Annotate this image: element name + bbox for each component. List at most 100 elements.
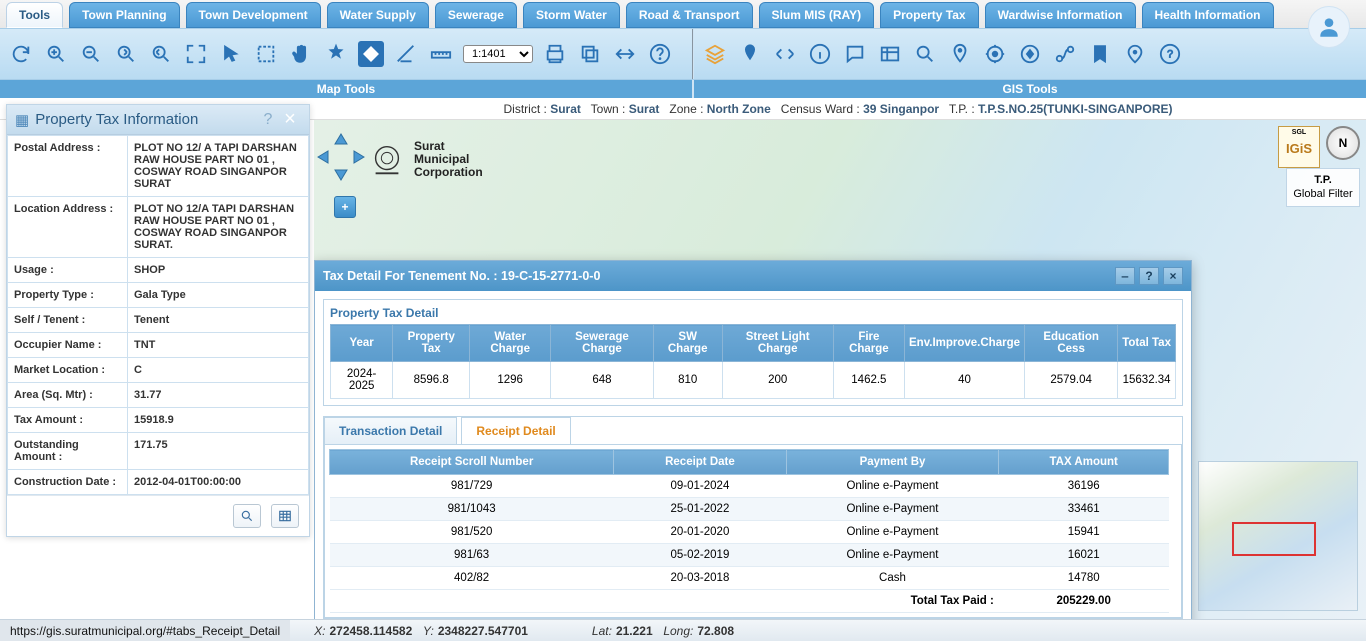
chat-icon[interactable] [842,41,868,67]
modal-help-icon[interactable]: ? [1139,267,1159,285]
tab-town-development[interactable]: Town Development [186,2,321,28]
modal-close-icon[interactable]: × [1163,267,1183,285]
tab-property-tax[interactable]: Property Tax [880,2,978,28]
tab-road-transport[interactable]: Road & Transport [626,2,753,28]
tab-tools[interactable]: Tools [6,2,63,28]
tp-global-filter[interactable]: T.P.Global Filter [1286,168,1360,207]
pan-compass[interactable] [316,132,366,185]
search-icon[interactable] [912,41,938,67]
map-tools-group: 1:1401 [0,29,694,79]
gis-help-icon[interactable]: ? [1157,41,1183,67]
marker-icon[interactable] [947,41,973,67]
target-icon[interactable] [982,41,1008,67]
tab-wardwise-information[interactable]: Wardwise Information [985,2,1136,28]
table-row: Usage :SHOP [8,258,309,283]
table-row: Property Type :Gala Type [8,283,309,308]
col-header: Receipt Scroll Number [330,450,614,475]
tab-receipt-detail[interactable]: Receipt Detail [461,417,570,444]
gis-tools-label: GIS Tools [694,80,1366,98]
ruler-icon[interactable] [428,41,454,67]
zoom-in-icon[interactable] [43,41,69,67]
table-row: Tax Amount :15918.9 [8,408,309,433]
table-row: Market Location :C [8,358,309,383]
col-header: TAX Amount [999,450,1169,475]
user-icon [1316,14,1342,40]
swipe-icon[interactable] [612,41,638,67]
tab-health-information[interactable]: Health Information [1142,2,1274,28]
route-icon[interactable] [1052,41,1078,67]
zoom-prev-icon[interactable] [113,41,139,67]
field-value: 15918.9 [128,408,309,433]
overview-map[interactable] [1198,461,1358,611]
pan-icon[interactable] [288,41,314,67]
tab-sewerage[interactable]: Sewerage [435,2,517,28]
modal-minimize-icon[interactable]: ‒ [1115,267,1135,285]
measure-tool-icon[interactable] [358,41,384,67]
select-rect-icon[interactable] [253,41,279,67]
zoom-next-icon[interactable] [148,41,174,67]
field-value: 31.77 [128,383,309,408]
tab-transaction-detail[interactable]: Transaction Detail [324,417,457,444]
user-avatar[interactable] [1308,6,1350,48]
tax-detail-grid: YearProperty TaxWater ChargeSewerage Cha… [330,324,1176,399]
tab-water-supply[interactable]: Water Supply [327,2,429,28]
locate-icon[interactable] [1122,41,1148,67]
clear-icon[interactable] [323,41,349,67]
field-value: TNT [128,333,309,358]
col-header: Property Tax [393,325,470,362]
table-row: Construction Date :2012-04-01T00:00:00 [8,470,309,495]
table-row: 981/72909-01-2024Online e-Payment36196 [330,475,1169,498]
org-logo: SuratMunicipalCorporation [368,140,483,180]
stream-icon[interactable] [772,41,798,67]
full-extent-icon[interactable] [183,41,209,67]
pointer-icon[interactable] [218,41,244,67]
measure-line-icon[interactable] [393,41,419,67]
layers-icon[interactable] [702,41,728,67]
help-icon[interactable] [647,41,673,67]
bookmark-icon[interactable] [1087,41,1113,67]
svg-text:?: ? [1167,49,1173,61]
panel-close-icon[interactable]: × [279,108,301,131]
field-value: PLOT NO 12/A TAPI DARSHAN RAW HOUSE PART… [128,197,309,258]
panel-grid-button[interactable] [271,504,299,528]
field-label: Market Location : [8,358,128,383]
zoom-in-button[interactable]: + [334,196,356,218]
north-arrow-icon: N [1326,126,1360,160]
status-bar: https://gis.suratmunicipal.org/#tabs_Rec… [0,619,1366,641]
field-value: PLOT NO 12/ A TAPI DARSHAN RAW HOUSE PAR… [128,136,309,197]
table-icon[interactable] [877,41,903,67]
overview-extent [1232,522,1316,556]
field-value: Tenent [128,308,309,333]
field-value: 2012-04-01T00:00:00 [128,470,309,495]
print-icon[interactable] [542,41,568,67]
panel-search-button[interactable] [233,504,261,528]
goto-icon[interactable] [1017,41,1043,67]
tab-town-planning[interactable]: Town Planning [69,2,179,28]
refresh-icon[interactable] [8,41,34,67]
zoom-out-icon[interactable] [78,41,104,67]
col-header: Water Charge [470,325,551,362]
scale-select[interactable]: 1:1401 [463,45,533,63]
field-label: Tax Amount : [8,408,128,433]
panel-help-icon[interactable]: ? [257,111,279,129]
tab-slum-mis-ray-[interactable]: Slum MIS (RAY) [759,2,875,28]
col-header: Sewerage Charge [551,325,654,362]
pin-tool-icon[interactable] [737,41,763,67]
field-label: Occupier Name : [8,333,128,358]
col-header: Street Light Charge [722,325,833,362]
table-row: Self / Tenent :Tenent [8,308,309,333]
field-value: Gala Type [128,283,309,308]
property-tax-detail-section: Property Tax Detail YearProperty TaxWate… [323,299,1183,406]
info-icon[interactable] [807,41,833,67]
field-value: SHOP [128,258,309,283]
field-label: Area (Sq. Mtr) : [8,383,128,408]
field-label: Location Address : [8,197,128,258]
panel-header: ▦ Property Tax Information ? × [7,105,309,135]
table-row: Outstanding Amount :171.75 [8,433,309,470]
map-canvas[interactable]: + SuratMunicipalCorporation SGLIGiS N T.… [314,120,1366,619]
modal-header[interactable]: Tax Detail For Tenement No. : 19-C-15-27… [315,261,1191,291]
tab-storm-water[interactable]: Storm Water [523,2,620,28]
field-label: Self / Tenent : [8,308,128,333]
emblem-icon [368,141,406,179]
layers-tool-icon[interactable] [577,41,603,67]
